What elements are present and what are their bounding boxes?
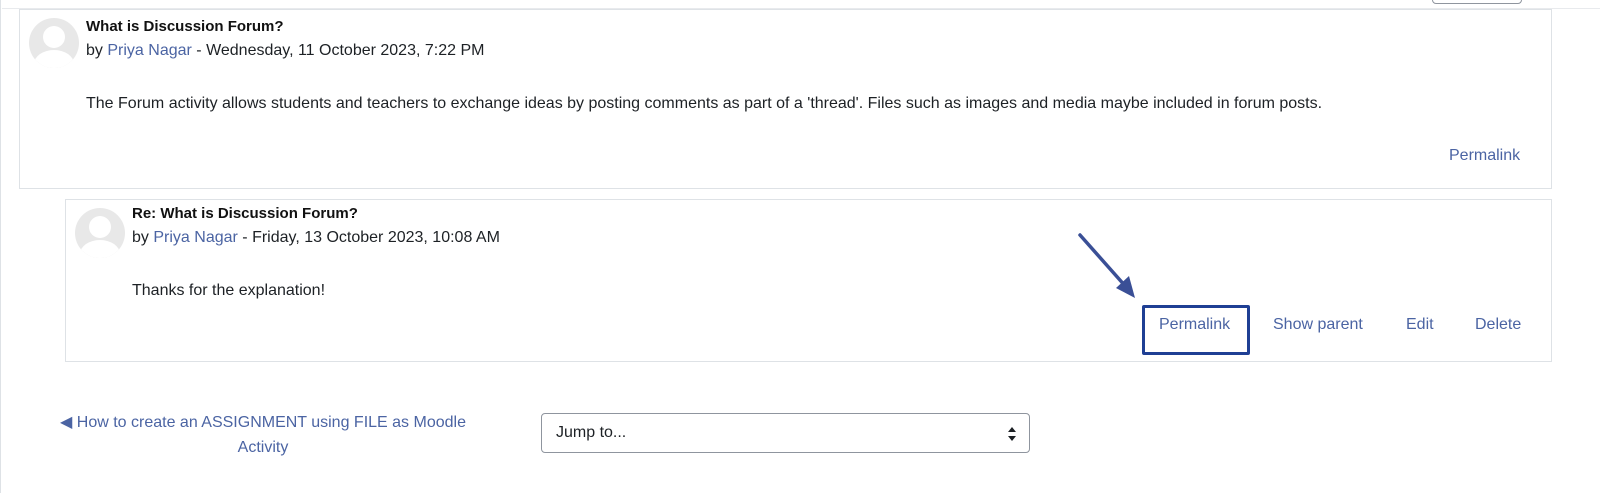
post-subject: What is Discussion Forum? <box>86 18 284 35</box>
post-byline: by Priya Nagar - Wednesday, 11 October 2… <box>86 42 484 60</box>
byline-prefix: by <box>86 42 103 59</box>
edit-link[interactable]: Edit <box>1406 316 1434 334</box>
post-message: The Forum activity allows students and t… <box>86 95 1323 112</box>
post-date: - Friday, 13 October 2023, 10:08 AM <box>237 229 500 246</box>
show-parent-link[interactable]: Show parent <box>1273 316 1363 334</box>
post-message: Thanks for the explanation! <box>132 282 326 299</box>
post-date: - Wednesday, 11 October 2023, 7:22 PM <box>191 42 485 59</box>
author-link[interactable]: Priya Nagar <box>153 229 237 246</box>
top-button-edge[interactable] <box>1432 0 1522 4</box>
forum-post-reply: Re: What is Discussion Forum? by Priya N… <box>65 199 1552 362</box>
byline-prefix: by <box>132 229 149 246</box>
jump-to-select[interactable]: Jump to... <box>541 413 1030 453</box>
select-updown-icon <box>1008 427 1016 441</box>
post-subject: Re: What is Discussion Forum? <box>132 205 358 222</box>
forum-post-original: What is Discussion Forum? by Priya Nagar… <box>19 9 1552 189</box>
user-avatar-icon[interactable] <box>75 208 125 258</box>
delete-link[interactable]: Delete <box>1475 316 1521 334</box>
post-byline: by Priya Nagar - Friday, 13 October 2023… <box>132 229 500 247</box>
forum-discussion-page: What is Discussion Forum? by Priya Nagar… <box>0 0 1600 493</box>
arrow-pointer-icon <box>1078 233 1135 298</box>
jump-to-label: Jump to... <box>556 424 627 441</box>
permalink-highlight-box <box>1142 305 1250 355</box>
previous-activity-link[interactable]: ◀ How to create an ASSIGNMENT using FILE… <box>49 410 477 460</box>
permalink-link[interactable]: Permalink <box>1449 147 1520 165</box>
author-link[interactable]: Priya Nagar <box>107 42 191 59</box>
user-avatar-icon[interactable] <box>29 18 79 68</box>
